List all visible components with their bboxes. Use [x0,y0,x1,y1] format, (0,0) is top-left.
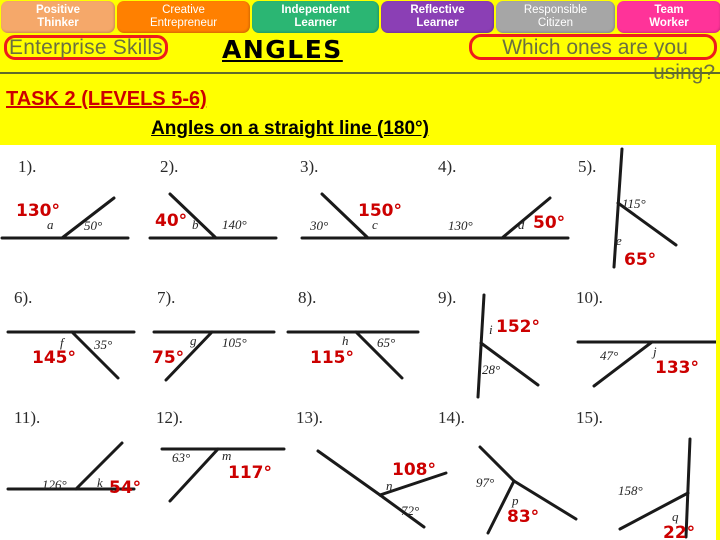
skill-tab-team-worker[interactable]: Team Worker [617,1,720,33]
answer-value: 83° [507,507,540,527]
unknown-angle-label: e [616,233,622,248]
given-angle-label: 30° [310,218,329,233]
problem-number: 2). [160,157,179,176]
given-angle-label: 140° [222,217,247,232]
answer-value: 145° [32,348,76,368]
answer-value: 133° [655,358,699,378]
skill-tab-reflective-learner[interactable]: Reflective Learner [381,1,494,33]
given-angle-label: 28° [482,362,501,377]
given-angle-label: 35° [94,337,113,352]
answer-value: 65° [624,250,657,270]
angle-figure-11 [6,441,136,491]
enterprise-skills-label: Enterprise Skills [9,36,163,59]
given-angle-label: 63° [172,450,191,465]
given-angle-label: 65° [377,335,396,350]
skill-tab-creative-entrepreneur[interactable]: Creative Entrepreneur [117,1,250,33]
given-angle-label: 97° [476,475,495,490]
task-label: TASK 2 (LEVELS 5-6) [6,88,207,110]
problem-number: 11). [14,408,41,427]
skill-tab-independent-learner[interactable]: Independent Learner [252,1,379,33]
angle-figure-15 [618,437,692,539]
worksheet-area: 1). a 50° 130° 2). b 140° 40° 3). 30° c … [0,145,720,540]
skill-tab-label-line2: Citizen [537,16,574,29]
answer-value: 150° [358,201,402,221]
skill-tab-label-line2: Learner [416,16,459,29]
problem-number: 14). [438,408,465,427]
given-angle-label: 126° [42,477,67,492]
problem-number: 3). [300,157,319,176]
unknown-angle-label: k [97,475,103,490]
unknown-angle-label: d [518,217,525,232]
unknown-angle-label: h [342,333,349,348]
unknown-angle-label: b [192,217,199,232]
answer-value: 115° [310,348,354,368]
unknown-angle-label: n [386,478,393,493]
header-divider [0,72,720,74]
subtitle: Angles on a straight line (180°) [151,118,429,139]
answer-value: 40° [155,211,188,231]
answer-value: 117° [228,463,272,483]
slide-root: Positive Thinker Creative Entrepreneur I… [0,0,720,540]
answer-value: 54° [109,478,142,498]
answer-value: 108° [392,460,436,480]
problem-number: 6). [14,288,33,307]
answer-value: 50° [533,213,566,233]
problem-number: 5). [578,157,597,176]
answer-value: 22° [663,523,696,540]
given-angle-label: 47° [600,348,619,363]
answer-value: 152° [496,317,540,337]
answer-value: 75° [152,348,185,368]
given-angle-label: 50° [84,218,103,233]
skill-tab-label-line2: Thinker [37,16,79,29]
skill-tab-label-line1: Independent [281,4,350,16]
skill-tab-label-line1: Reflective [410,4,465,16]
skill-tab-positive-thinker[interactable]: Positive Thinker [1,1,115,33]
unknown-angle-label: i [489,322,493,337]
skill-tab-label-line1: Positive [35,4,81,16]
problem-number: 8). [298,288,317,307]
given-angle-label: 158° [618,483,643,498]
question-line1: Which ones are you [502,36,688,59]
problem-number: 1). [18,157,37,176]
skill-tab-label-line2: Learner [294,16,337,29]
given-angle-label: 130° [448,218,473,233]
skill-tab-label-line1: Team [654,4,684,16]
problem-number: 4). [438,157,457,176]
skills-tab-strip: Positive Thinker Creative Entrepreneur I… [0,0,720,34]
problem-number: 9). [438,288,457,307]
skill-tab-label-line1: Responsible [523,4,588,16]
given-angle-label: 105° [222,335,247,350]
angle-figure-5 [612,147,678,269]
angle-figure-8 [286,330,420,380]
skill-tab-label-line1: Creative [162,4,205,16]
skill-tab-responsible-citizen[interactable]: Responsible Citizen [496,1,615,33]
problem-number: 10). [576,288,603,307]
problem-number: 15). [576,408,603,427]
problem-number: 12). [156,408,183,427]
answer-value: 130° [16,201,60,221]
given-angle-label: 115° [622,196,646,211]
problem-number: 7). [157,288,176,307]
page-title: ANGLES [222,35,343,64]
given-angle-label: 72° [401,503,420,518]
skill-tab-label-line2: Worker [649,16,689,29]
skill-tab-label-line2: Entrepreneur [149,16,218,29]
right-edge-strip [716,145,720,540]
problem-number: 13). [296,408,323,427]
unknown-angle-label: g [190,333,197,348]
header-band: Enterprise Skills ANGLES Which ones are … [0,34,720,145]
unknown-angle-label: m [222,448,232,463]
